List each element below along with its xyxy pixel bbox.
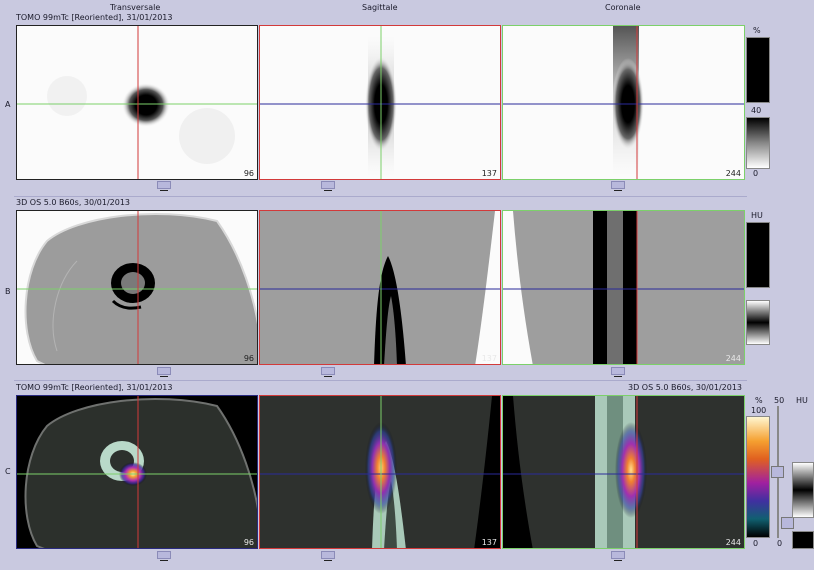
viewport-b-coronale[interactable]: 244 [502, 210, 745, 365]
scale-b-unit: HU [751, 211, 763, 220]
ct-transversale-image [17, 211, 257, 364]
row-a-title: TOMO 99mTc [Reoriented], 31/01/2013 [16, 13, 173, 22]
spect-sagittale-image [260, 26, 500, 179]
scale-c-hu-swatch [792, 531, 814, 549]
scale-a-min: 0 [753, 169, 759, 178]
slice-slider-c-coronale[interactable] [611, 551, 625, 561]
scale-b-colorbar-top[interactable] [746, 222, 770, 288]
slice-slider-b-transversale[interactable] [157, 367, 171, 377]
viewport-a-coronale[interactable]: 244 [502, 25, 745, 180]
row-b-title: 3D OS 5.0 B60s, 30/01/2013 [16, 198, 131, 207]
scale-c-hu-unit: HU [796, 396, 808, 405]
slice-slider-b-coronale[interactable] [611, 367, 625, 377]
viewport-c-sagittale[interactable]: 137 [259, 395, 501, 549]
ct-sagittale-image [260, 211, 500, 364]
section-divider [14, 380, 747, 381]
viewport-a-sagittale[interactable]: 137 [259, 25, 501, 180]
row-c-title-right: 3D OS 5.0 B60s, 30/01/2013 [628, 383, 743, 392]
fusion-sagittale-image [260, 396, 500, 548]
level-slider-handle[interactable] [781, 517, 794, 529]
slice-slider-c-transversale[interactable] [157, 551, 171, 561]
fusion-coronale-image [503, 396, 744, 548]
column-header-sagittale: Sagittale [362, 3, 398, 12]
slice-slider-c-sagittale[interactable] [321, 551, 335, 561]
slice-number: 96 [243, 354, 254, 363]
viewport-c-coronale[interactable]: 244 [502, 395, 745, 549]
ct-coronale-image [503, 211, 744, 364]
scale-a-unit: % [753, 26, 761, 35]
viewport-b-transversale[interactable]: 96 [16, 210, 258, 365]
slice-slider-a-transversale[interactable] [157, 181, 171, 191]
scale-c-max: 100 [751, 406, 767, 415]
viewport-b-sagittale[interactable]: 137 [259, 210, 501, 365]
slice-number: 244 [725, 169, 741, 178]
fusion-transversale-image [17, 396, 257, 548]
scale-c-unit: % [755, 396, 763, 405]
slice-number: 137 [481, 354, 497, 363]
row-b-label: B [5, 287, 11, 296]
slice-slider-a-coronale[interactable] [611, 181, 625, 191]
scale-c-window-min: 0 [777, 539, 783, 548]
column-header-coronale: Coronale [605, 3, 641, 12]
scale-a-mid: 40 [751, 106, 762, 115]
scale-c-colorbar[interactable] [746, 416, 770, 538]
slice-slider-a-sagittale[interactable] [321, 181, 335, 191]
viewport-a-transversale[interactable]: 96 [16, 25, 258, 180]
slice-number: 137 [481, 169, 497, 178]
column-header-transversale: Transversale [110, 3, 161, 12]
spect-coronale-image [503, 26, 744, 179]
spect-transversale-image [17, 26, 257, 179]
scale-c-window: 50 [774, 396, 785, 405]
scale-c-min: 0 [753, 539, 759, 548]
row-a-label: A [5, 100, 11, 109]
window-slider-handle[interactable] [771, 466, 784, 478]
slice-number: 96 [243, 169, 254, 178]
scale-b-colorbar-bottom[interactable] [746, 300, 770, 345]
slice-number: 96 [243, 538, 254, 547]
slice-number: 137 [481, 538, 497, 547]
section-divider [14, 196, 747, 197]
slice-number: 244 [725, 354, 741, 363]
slice-number: 244 [725, 538, 741, 547]
scale-a-colorbar-top[interactable] [746, 37, 770, 103]
scale-a-colorbar-bottom[interactable] [746, 117, 770, 169]
row-c-title-left: TOMO 99mTc [Reoriented], 31/01/2013 [16, 383, 173, 392]
slice-slider-b-sagittale[interactable] [321, 367, 335, 377]
row-c-label: C [5, 467, 11, 476]
scale-c-hu-colorbar[interactable] [792, 462, 814, 518]
viewport-c-transversale[interactable]: 96 [16, 395, 258, 549]
